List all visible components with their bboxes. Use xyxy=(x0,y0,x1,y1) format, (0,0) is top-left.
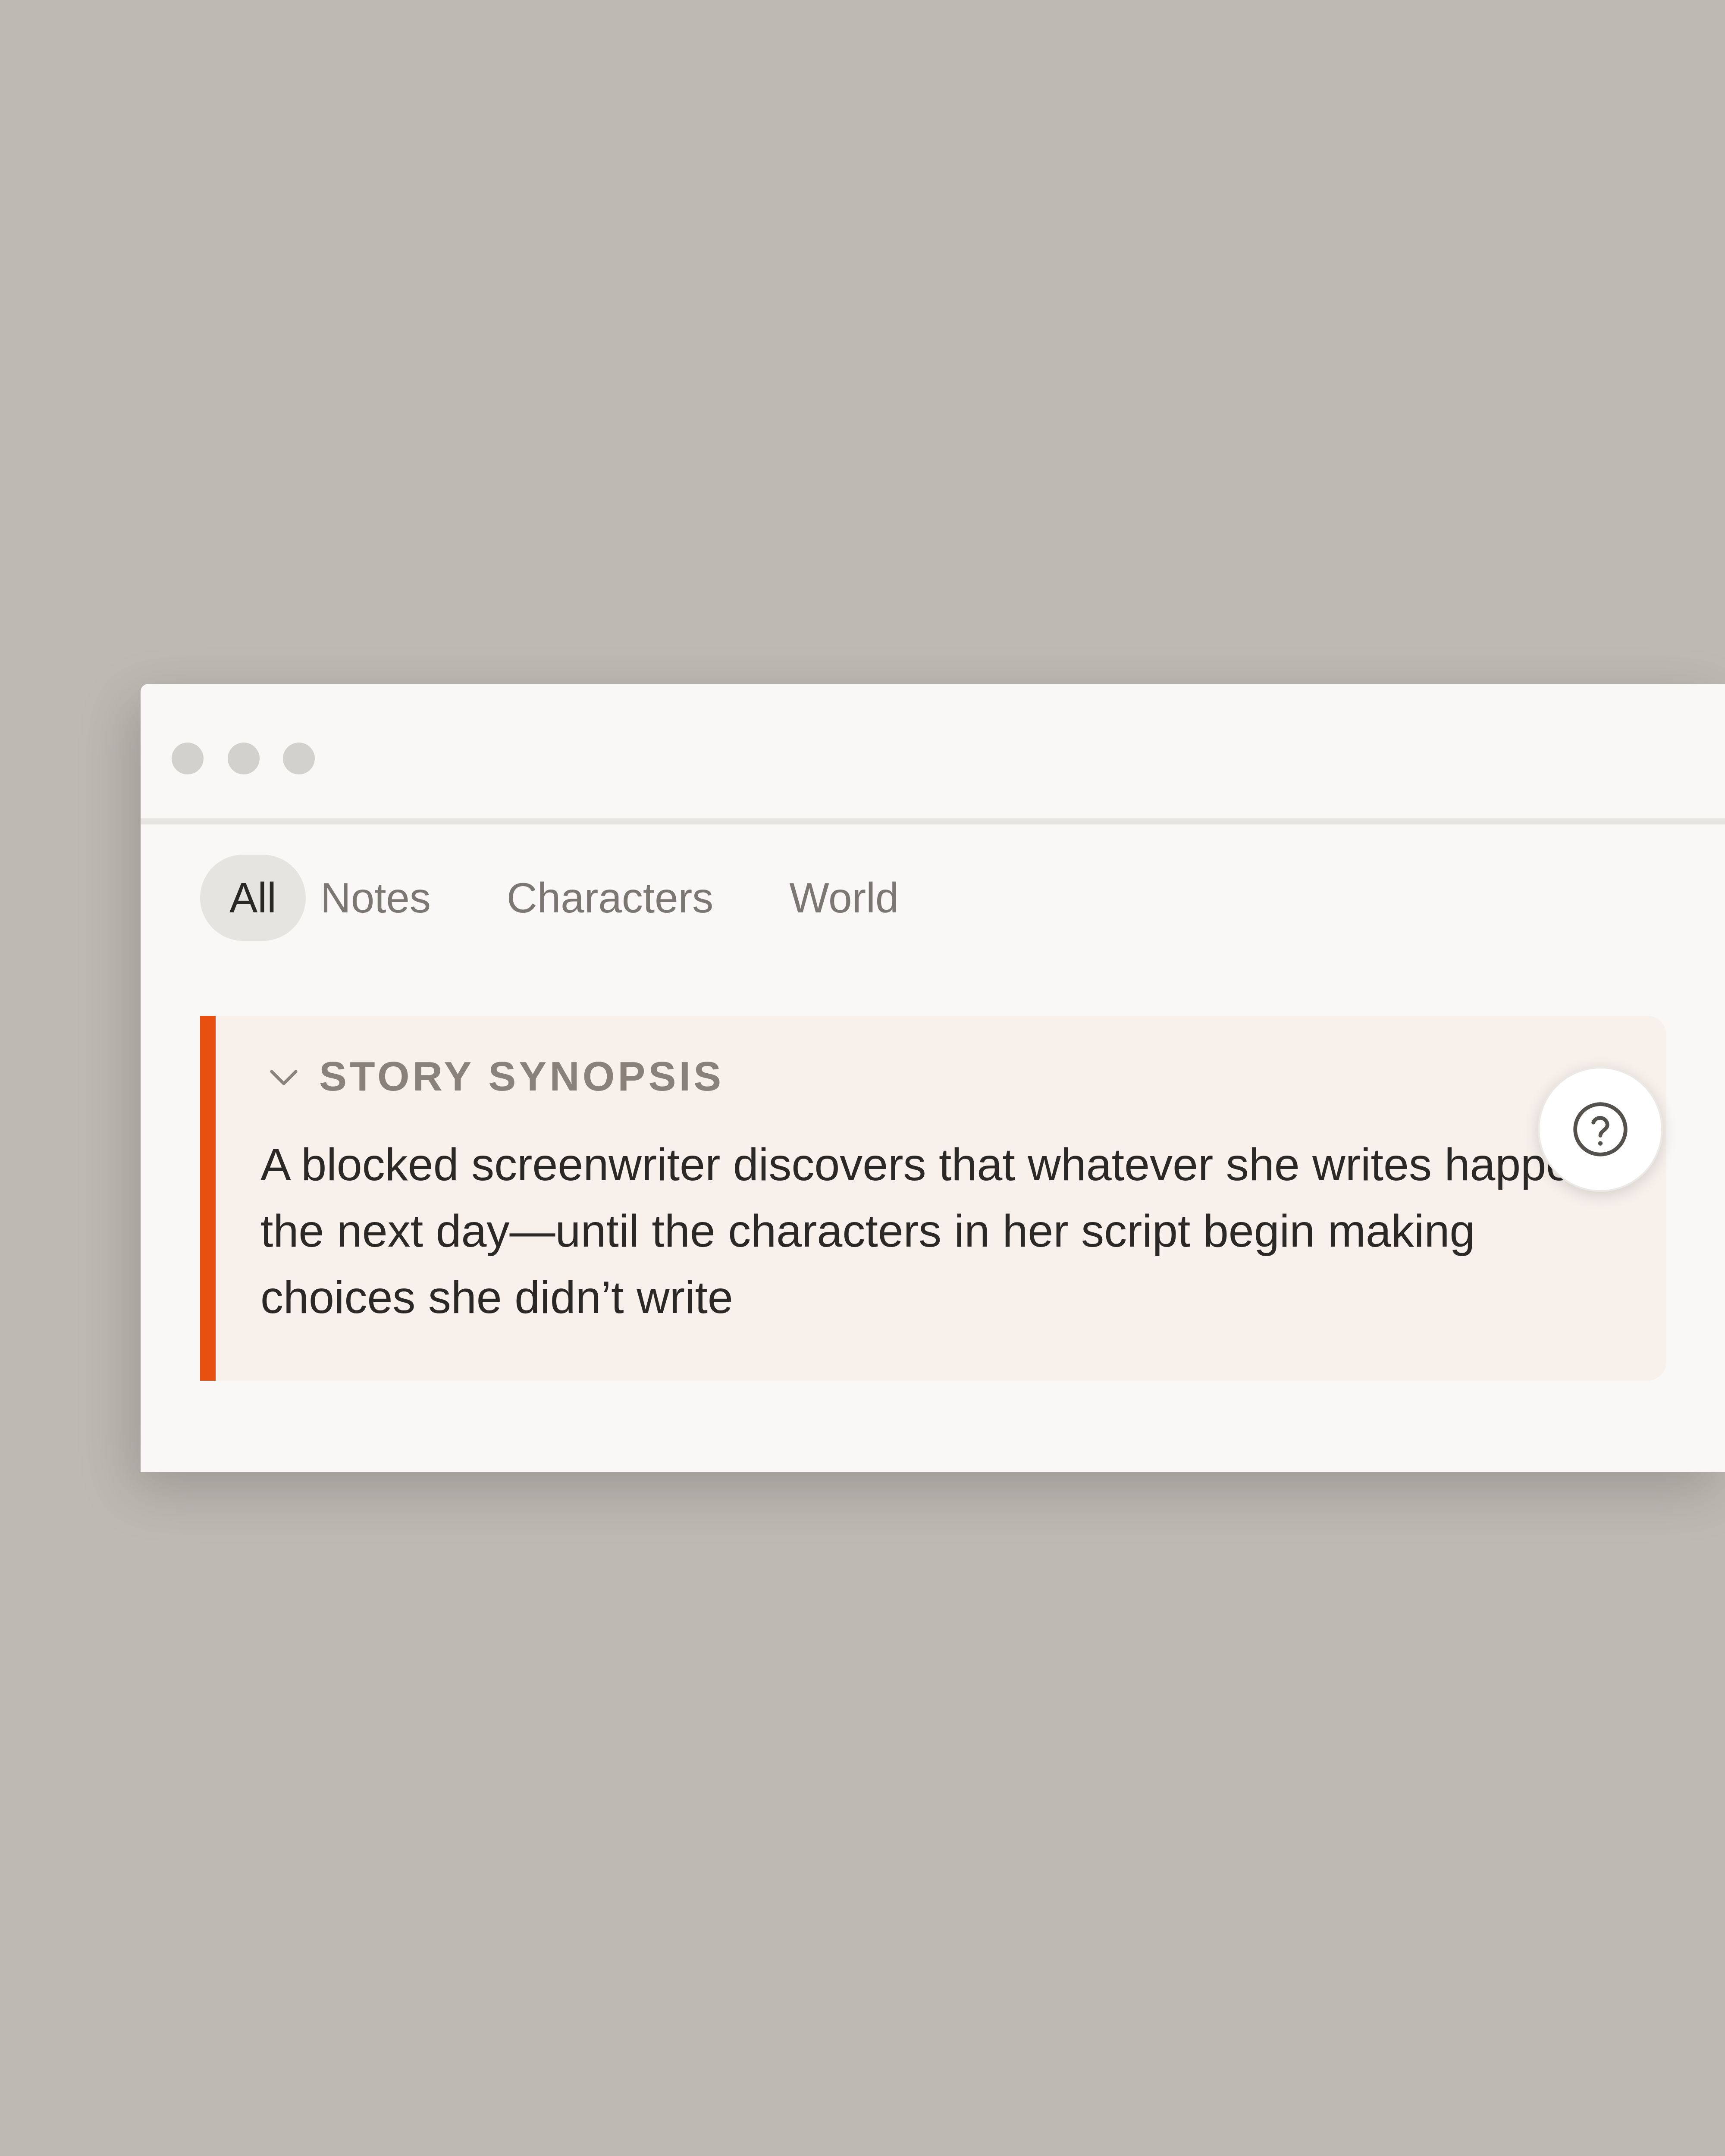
synopsis-text: A blocked screenwriter discovers that wh… xyxy=(260,1139,1620,1323)
help-button[interactable] xyxy=(1538,1067,1663,1192)
card-title: STORY SYNOPSIS xyxy=(319,1053,724,1100)
close-window-button[interactable] xyxy=(172,743,204,774)
chevron-down-icon[interactable] xyxy=(263,1056,304,1097)
zoom-window-button[interactable] xyxy=(283,743,315,774)
tab-notes[interactable]: Notes xyxy=(303,855,448,941)
title-bar xyxy=(141,684,1725,824)
tab-all[interactable]: All xyxy=(200,855,306,941)
filter-tabs: All Notes Characters World xyxy=(200,855,931,941)
card-header[interactable]: STORY SYNOPSIS xyxy=(263,1049,724,1105)
tab-world[interactable]: World xyxy=(772,855,916,941)
app-window: All Notes Characters World STORY SYNOPSI… xyxy=(141,684,1725,1472)
minimize-window-button[interactable] xyxy=(228,743,260,774)
card-accent-bar xyxy=(200,1016,216,1381)
story-synopsis-card: STORY SYNOPSIS E A blocked screenwriter … xyxy=(200,1016,1666,1381)
question-circle-icon xyxy=(1573,1102,1628,1156)
tab-characters[interactable]: Characters xyxy=(489,855,731,941)
